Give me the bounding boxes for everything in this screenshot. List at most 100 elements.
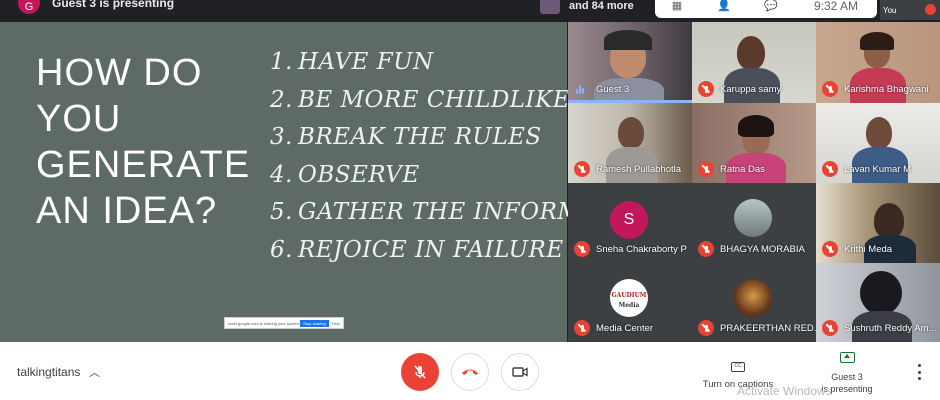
participant-tile[interactable]: S Sneha Chakraborty P — [568, 183, 692, 263]
list-text: REJOICE IN FAILURE — [298, 236, 564, 263]
person-hair — [738, 115, 774, 137]
hide-banner-button[interactable]: Hide — [332, 321, 340, 326]
participant-avatar — [734, 279, 772, 317]
share-banner-text: meet.google.com is sharing your screen. — [228, 320, 301, 326]
participant-thumbnail — [540, 0, 560, 14]
mic-off-icon — [698, 320, 714, 336]
mic-off-icon — [414, 365, 426, 379]
more-participants[interactable]: and 84 more — [540, 0, 634, 14]
people-icon[interactable]: 👤 — [716, 0, 732, 13]
mic-off-icon — [574, 161, 590, 177]
slide-title-line: HOW DO — [36, 52, 203, 94]
list-number: 5. — [270, 199, 293, 226]
list-number: 2. — [270, 86, 293, 113]
participant-name: Ratna Das — [720, 164, 765, 175]
microphone-toggle-button[interactable] — [401, 353, 439, 391]
meet-window: G Guest 3 is presenting and 84 more ▦ 👤 … — [0, 0, 940, 400]
person-head — [866, 117, 892, 149]
top-bar: G Guest 3 is presenting and 84 more ▦ 👤 … — [0, 0, 940, 22]
participant-tile[interactable]: Ratna Das — [692, 103, 816, 183]
activate-windows-watermark: Activate Windows — [737, 384, 832, 398]
headphones — [604, 30, 652, 50]
video-camera-icon — [512, 367, 528, 377]
list-text: BREAK THE RULES — [298, 124, 542, 151]
person-head — [618, 117, 644, 149]
participant-tile[interactable]: Karuppa samy — [692, 22, 816, 103]
mic-off-icon — [822, 241, 838, 257]
person-head — [874, 203, 904, 239]
participant-name: Sushruth Reddy Am... — [844, 323, 937, 334]
participant-avatar: S — [610, 201, 648, 239]
participant-tile[interactable]: Sushruth Reddy Am... — [816, 263, 940, 342]
bottom-control-bar: talkingtitans ︿ CC Turn on captions Gues… — [0, 342, 940, 400]
participant-name: Krithi Meda — [844, 244, 893, 255]
mic-off-icon — [574, 241, 590, 257]
presenter-avatar: G — [18, 0, 40, 14]
present-screen-icon — [839, 352, 855, 363]
participant-tile[interactable]: Krithi Meda — [816, 183, 940, 263]
list-number: 4. — [270, 161, 293, 188]
grid-layout-icon[interactable]: ▦ — [669, 0, 685, 13]
chat-icon[interactable]: 💬 — [763, 0, 779, 13]
mic-off-icon — [822, 320, 838, 336]
stop-sharing-button[interactable]: Stop sharing — [300, 319, 329, 327]
participant-tile[interactable]: PRAKEERTHAN RED... — [692, 263, 816, 342]
speaking-indicator-icon — [576, 85, 584, 94]
meeting-name[interactable]: talkingtitans — [17, 365, 80, 379]
person-head — [737, 36, 765, 70]
more-options-icon[interactable] — [914, 364, 924, 380]
presenter-status: Guest 3 is presenting — [52, 0, 175, 10]
participant-tile[interactable]: Karishma Bhagwani — [816, 22, 940, 103]
chevron-up-icon[interactable]: ︿ — [89, 364, 100, 380]
list-text: OBSERVE — [298, 161, 420, 188]
person-hair — [860, 271, 902, 315]
list-number: 1. — [270, 49, 293, 75]
presentation-slide: HOW DO YOU GENERATE AN IDEA? 1. HAVE FUN … — [0, 22, 662, 342]
mic-off-icon — [698, 241, 714, 257]
self-label: You — [883, 6, 897, 15]
participant-name: PRAKEERTHAN RED... — [720, 323, 816, 334]
mic-off-icon — [822, 81, 838, 97]
self-view-tile[interactable]: You — [880, 0, 940, 20]
logo-text: Media — [618, 302, 640, 309]
mic-off-icon — [574, 320, 590, 336]
slide-title-line: AN IDEA? — [36, 190, 218, 232]
mic-off-icon — [822, 161, 838, 177]
list-text: BE MORE CHILDLIKE — [298, 86, 571, 113]
leave-call-button[interactable] — [451, 353, 489, 391]
clock: 9:32 AM — [814, 0, 859, 13]
participant-tile[interactable]: Guest 3 — [568, 22, 692, 103]
presenting-label-line: Guest 3 — [831, 372, 863, 382]
meeting-toolbar: ▦ 👤 💬 9:32 AM — [655, 0, 877, 18]
participant-avatar: GAUDIUM Media — [610, 279, 648, 317]
mic-off-icon — [698, 161, 714, 177]
more-participants-label: and 84 more — [569, 0, 634, 12]
participant-tile[interactable]: Lavan Kumar M — [816, 103, 940, 183]
camera-toggle-button[interactable] — [501, 353, 539, 391]
captions-icon: CC — [731, 362, 745, 372]
participant-name: Lavan Kumar M — [844, 164, 912, 175]
participant-tile[interactable]: BHAGYA MORABIA — [692, 183, 816, 263]
slide-title-line: YOU — [36, 98, 122, 140]
participant-name: Ramesh Pullabhotla — [596, 164, 682, 175]
participant-name: Media Center — [596, 323, 654, 334]
person-hair — [860, 32, 894, 50]
list-text: HAVE FUN — [298, 49, 434, 75]
participant-tile[interactable]: GAUDIUM Media Media Center — [568, 263, 692, 342]
slide-title: HOW DO YOU GENERATE AN IDEA? — [36, 50, 250, 234]
participant-tile[interactable]: Ramesh Pullabhotla — [568, 103, 692, 183]
participant-name: Sneha Chakraborty P — [596, 244, 687, 255]
participant-name: Karishma Bhagwani — [844, 84, 929, 95]
logo-text: GAUDIUM — [611, 292, 647, 299]
mic-off-icon — [698, 81, 714, 97]
participant-name: Karuppa samy — [720, 84, 782, 95]
participant-name: Guest 3 — [596, 84, 630, 95]
hang-up-icon — [462, 369, 478, 375]
participant-name: BHAGYA MORABIA — [720, 244, 805, 255]
screen-share-banner: meet.google.com is sharing your screen. … — [224, 317, 344, 329]
participant-avatar — [734, 199, 772, 237]
slide-title-line: GENERATE — [36, 144, 251, 186]
list-number: 6. — [270, 236, 293, 263]
mic-off-icon — [925, 4, 936, 15]
list-number: 3. — [270, 124, 293, 151]
